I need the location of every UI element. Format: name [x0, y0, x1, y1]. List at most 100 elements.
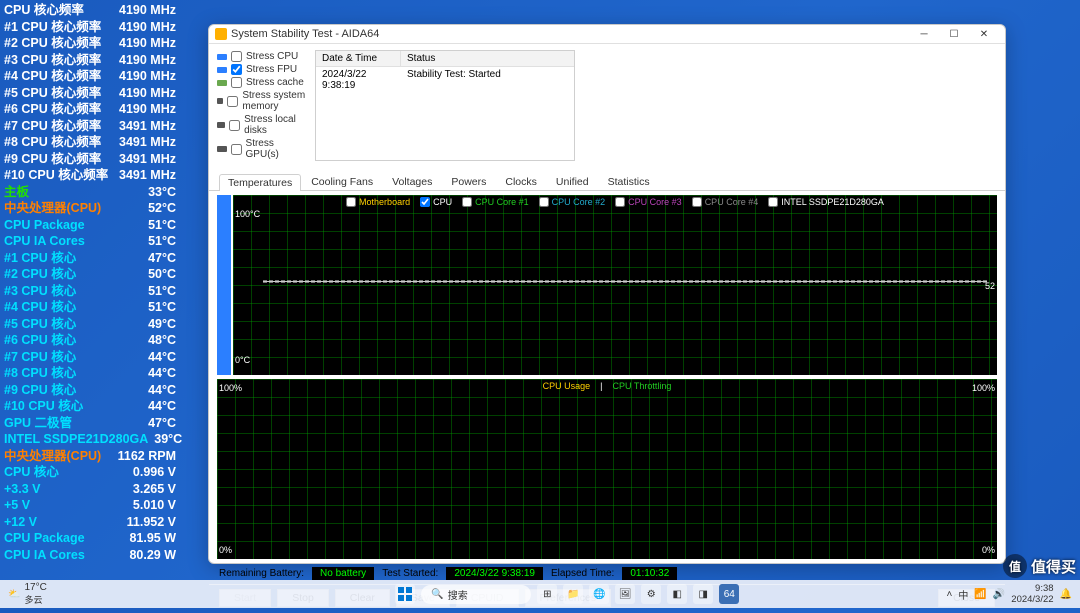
stress-checkbox[interactable]	[231, 51, 242, 62]
stress-checkbox[interactable]	[231, 77, 242, 88]
osd-label: #2 CPU 核心	[4, 266, 76, 283]
stress-checkbox[interactable]	[231, 144, 242, 155]
stress-label: Stress system memory	[242, 90, 307, 112]
osd-label: CPU Package	[4, 530, 85, 547]
osd-value: 3491 MHz	[119, 134, 176, 151]
usage-axis-top: 100%	[219, 383, 242, 393]
osd-value: 50°C	[148, 266, 176, 283]
legend-checkbox[interactable]	[420, 197, 430, 207]
battery-label: Remaining Battery:	[219, 568, 304, 579]
osd-label: #7 CPU 核心	[4, 349, 76, 366]
legend-label: CPU Core #3	[628, 197, 682, 207]
titlebar[interactable]: System Stability Test - AIDA64 ─ ☐ ✕	[209, 25, 1005, 44]
stress-led-icon	[217, 80, 227, 86]
stress-checkbox[interactable]	[229, 120, 240, 131]
legend-item[interactable]: CPU Core #1	[462, 197, 529, 207]
explorer-icon[interactable]: 📁	[563, 584, 583, 604]
stress-led-icon	[217, 146, 227, 152]
status-log: Date & Time Status 2024/3/22 9:38:19 Sta…	[315, 50, 575, 161]
usage-legend-sep: |	[600, 381, 602, 391]
aida64-taskbar-icon[interactable]: 64	[719, 584, 739, 604]
legend-checkbox[interactable]	[615, 197, 625, 207]
osd-value: 3491 MHz	[119, 118, 176, 135]
taskview-icon[interactable]: ⊞	[537, 584, 557, 604]
settings-icon[interactable]: ⚙	[641, 584, 661, 604]
maximize-button[interactable]: ☐	[939, 25, 969, 43]
tray-wifi-icon[interactable]: 📶	[974, 589, 986, 600]
stress-option[interactable]: Stress system memory	[217, 89, 307, 113]
tray-volume-icon[interactable]: 🔊	[993, 589, 1005, 600]
legend-checkbox[interactable]	[539, 197, 549, 207]
legend-checkbox[interactable]	[768, 197, 778, 207]
taskbar[interactable]: ⛅ 17°C 多云 🔍搜索 ⊞ 📁 🌐 🖼 ⚙ ◧ ◨ 64 ˄ 中 📶 🔊 9…	[0, 580, 1080, 608]
legend-label: INTEL SSDPE21D280GA	[781, 197, 884, 207]
weather-temp: 17°C	[24, 582, 46, 593]
temp-axis-top: 100°C	[235, 209, 260, 219]
taskbar-search[interactable]: 🔍搜索	[421, 585, 531, 604]
stress-label: Stress cache	[246, 77, 304, 88]
legend-item[interactable]: CPU Core #3	[615, 197, 682, 207]
osd-row: GPU 二极管47°C	[4, 415, 176, 432]
osd-label: #2 CPU 核心频率	[4, 35, 101, 52]
legend-item[interactable]: Motherboard	[346, 197, 410, 207]
tab-voltages[interactable]: Voltages	[383, 173, 441, 190]
stress-label: Stress local disks	[244, 114, 307, 136]
stress-option[interactable]: Stress CPU	[217, 50, 307, 63]
cpu-usage-graph: CPU Usage | CPU Throttling 100% 0% 100% …	[217, 379, 997, 559]
osd-value: 4190 MHz	[119, 19, 176, 36]
status-datetime: 2024/3/22 9:38:19	[316, 67, 401, 93]
legend-checkbox[interactable]	[346, 197, 356, 207]
graph-selector-bar[interactable]	[217, 195, 231, 375]
legend-item[interactable]: CPU	[420, 197, 452, 207]
tab-statistics[interactable]: Statistics	[599, 173, 659, 190]
osd-row: CPU Package81.95 W	[4, 530, 176, 547]
tab-unified[interactable]: Unified	[547, 173, 598, 190]
osd-label: #9 CPU 核心频率	[4, 151, 101, 168]
start-button-win[interactable]	[395, 584, 415, 604]
osd-value: 51°C	[148, 233, 176, 250]
weather-widget[interactable]: ⛅ 17°C 多云	[8, 582, 188, 606]
osd-row: 中央处理器(CPU)52°C	[4, 200, 176, 217]
app-icon-2[interactable]: ◨	[693, 584, 713, 604]
osd-label: #8 CPU 核心	[4, 365, 76, 382]
tab-temperatures[interactable]: Temperatures	[219, 174, 301, 191]
osd-row: #2 CPU 核心 50°C	[4, 266, 176, 283]
system-tray[interactable]: ˄ 中 📶 🔊 9:38 2024/3/22 🔔	[947, 583, 1072, 605]
osd-row: #6 CPU 核心频率4190 MHz	[4, 101, 176, 118]
legend-item[interactable]: INTEL SSDPE21D280GA	[768, 197, 884, 207]
notifications-icon[interactable]: 🔔	[1060, 589, 1072, 600]
tray-chevron-icon[interactable]: ˄	[947, 589, 953, 600]
tab-cooling-fans[interactable]: Cooling Fans	[302, 173, 382, 190]
stress-checkbox[interactable]	[231, 64, 242, 75]
edge-icon[interactable]: 🌐	[589, 584, 609, 604]
taskbar-clock[interactable]: 9:38 2024/3/22	[1011, 583, 1053, 605]
tab-powers[interactable]: Powers	[442, 173, 495, 190]
osd-label: +3.3 V	[4, 481, 41, 498]
stress-option[interactable]: Stress GPU(s)	[217, 137, 307, 161]
app-icon-1[interactable]: ◧	[667, 584, 687, 604]
usage-axis-bot: 0%	[219, 545, 232, 555]
osd-row: #3 CPU 核心51°C	[4, 283, 176, 300]
legend-item[interactable]: CPU Core #2	[539, 197, 606, 207]
temperature-graph: Motherboard CPU CPU Core #1 CPU Core #2 CPU …	[233, 195, 997, 375]
stress-option[interactable]: Stress local disks	[217, 113, 307, 137]
osd-row: +3.3 V3.265 V	[4, 481, 176, 498]
osd-row: #10 CPU 核心频率3491 MHz	[4, 167, 176, 184]
legend-item[interactable]: CPU Core #4	[692, 197, 759, 207]
tray-lang-icon[interactable]: 中	[958, 587, 968, 602]
status-text: Stability Test: Started	[401, 67, 507, 93]
stress-option[interactable]: Stress FPU	[217, 63, 307, 76]
started-pill: 2024/3/22 9:38:19	[446, 567, 543, 580]
photos-icon[interactable]: 🖼	[615, 584, 635, 604]
stress-checkbox[interactable]	[227, 96, 238, 107]
legend-checkbox[interactable]	[462, 197, 472, 207]
stress-option[interactable]: Stress cache	[217, 76, 307, 89]
close-button[interactable]: ✕	[969, 25, 999, 43]
minimize-button[interactable]: ─	[909, 25, 939, 43]
status-col-datetime: Date & Time	[316, 51, 401, 66]
osd-row: #8 CPU 核心频率3491 MHz	[4, 134, 176, 151]
watermark: 值 值得买	[1003, 554, 1076, 578]
osd-label: 中央处理器(CPU)	[4, 448, 101, 465]
legend-checkbox[interactable]	[692, 197, 702, 207]
tab-clocks[interactable]: Clocks	[496, 173, 546, 190]
